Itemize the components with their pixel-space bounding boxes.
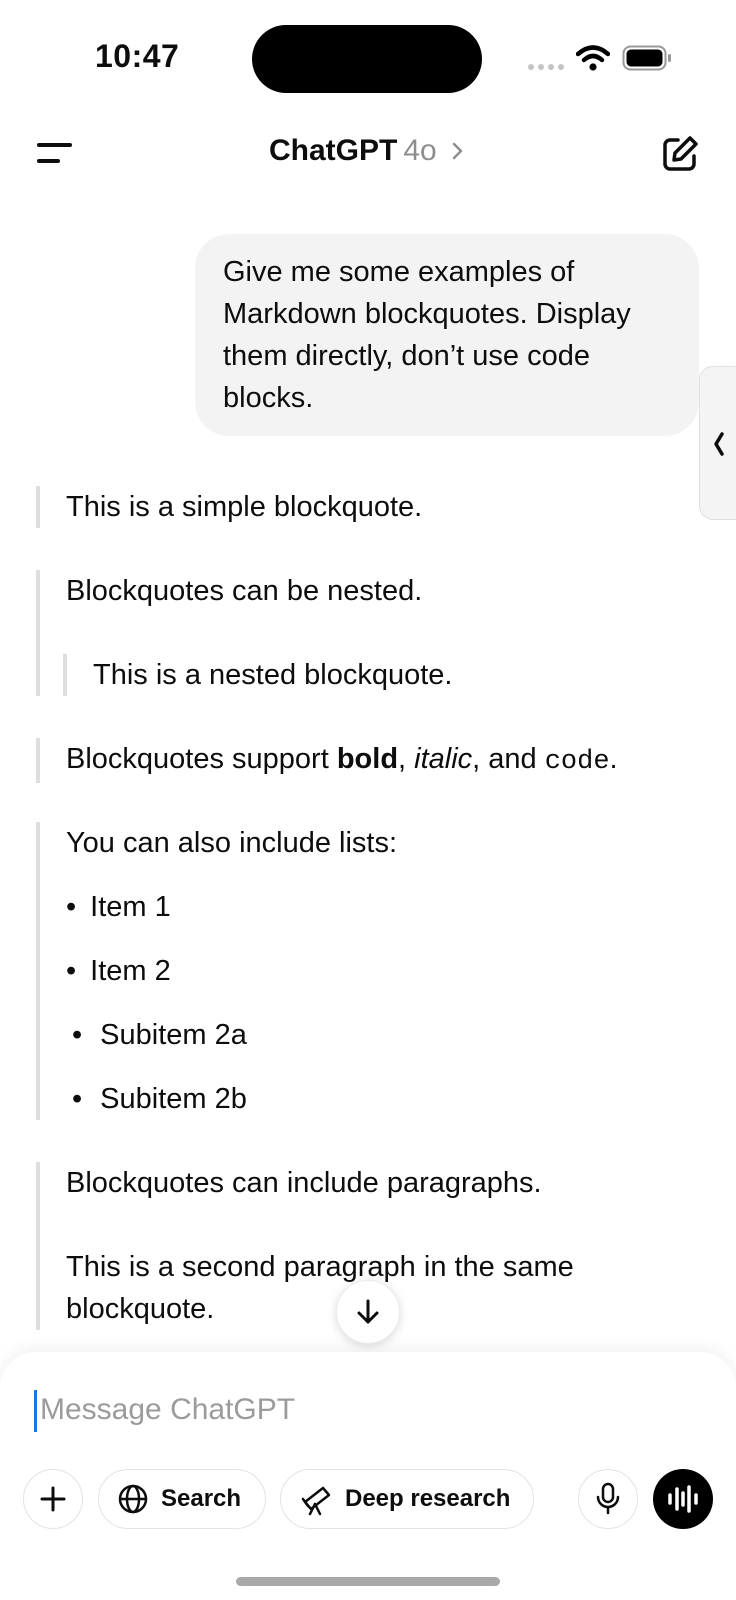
bullet: • (66, 891, 77, 923)
deep-research-button[interactable]: Deep research (280, 1469, 534, 1529)
blockquote-text: Blockquotes support bold, italic, and co… (66, 738, 706, 783)
text-caret (34, 1390, 37, 1432)
italic-text: italic (414, 743, 473, 775)
model-selector[interactable]: ChatGPT 4o (0, 134, 736, 168)
list-item-text: Item 2 (90, 955, 171, 987)
list-item-text: Subitem 2b (100, 1083, 247, 1115)
list-item: • Item 1 (66, 886, 171, 928)
list-item: • Subitem 2a (72, 1014, 247, 1056)
search-button-label: Search (161, 1485, 242, 1512)
message-input[interactable] (40, 1386, 660, 1434)
voice-waveform-icon (668, 1485, 698, 1513)
chevron-right-icon (452, 142, 463, 160)
dynamic-island (252, 25, 482, 93)
list-item: • Subitem 2b (72, 1078, 247, 1120)
wifi-icon (576, 45, 610, 71)
new-chat-icon[interactable] (660, 134, 700, 174)
blockquote-text: This is a simple blockquote. (66, 491, 423, 523)
dictate-button[interactable] (578, 1469, 638, 1529)
bullet: • (66, 955, 77, 987)
app-title: ChatGPT (268, 134, 398, 167)
blockquote-text: Blockquotes can be nested. (66, 575, 423, 607)
battery-icon (622, 45, 671, 71)
voice-mode-button[interactable] (653, 1469, 713, 1529)
inline-code: code (544, 747, 610, 777)
blockquote-formatting: Blockquotes support bold, italic, and co… (36, 738, 706, 783)
cellular-signal-icon (528, 64, 564, 70)
globe-icon (118, 1484, 148, 1514)
model-name: 4o (403, 134, 437, 167)
deep-research-button-label: Deep research (345, 1485, 511, 1512)
text-segment: , (398, 743, 415, 775)
text-segment: Blockquotes support (66, 743, 337, 775)
plus-icon (40, 1486, 66, 1512)
search-button[interactable]: Search (98, 1469, 266, 1529)
arrow-down-icon (357, 1299, 379, 1324)
list-item: • Item 2 (66, 950, 171, 992)
blockquote-text: You can also include lists: (66, 827, 398, 859)
add-attachment-button[interactable] (23, 1469, 83, 1529)
text-segment: . (609, 743, 618, 775)
telescope-icon (301, 1486, 331, 1516)
blockquote-text: Blockquotes can include paragraphs. (66, 1167, 542, 1199)
bullet: • (72, 1019, 83, 1051)
bullet: • (72, 1083, 83, 1115)
user-message-bubble: Give me some examples of Markdown blockq… (195, 234, 699, 436)
text-segment: , and (472, 743, 545, 775)
scroll-to-bottom-button[interactable] (336, 1280, 400, 1344)
blockquote-nested-inner: This is a nested blockquote. (63, 654, 693, 696)
home-indicator[interactable] (236, 1577, 500, 1586)
blockquote-text: This is a nested blockquote. (93, 659, 453, 691)
microphone-icon (596, 1482, 620, 1515)
bold-text: bold (336, 743, 399, 775)
blockquote-simple: This is a simple blockquote. (36, 486, 706, 528)
list-item-text: Item 1 (90, 891, 171, 923)
list-item-text: Subitem 2a (100, 1019, 247, 1051)
status-time: 10:47 (95, 38, 180, 74)
